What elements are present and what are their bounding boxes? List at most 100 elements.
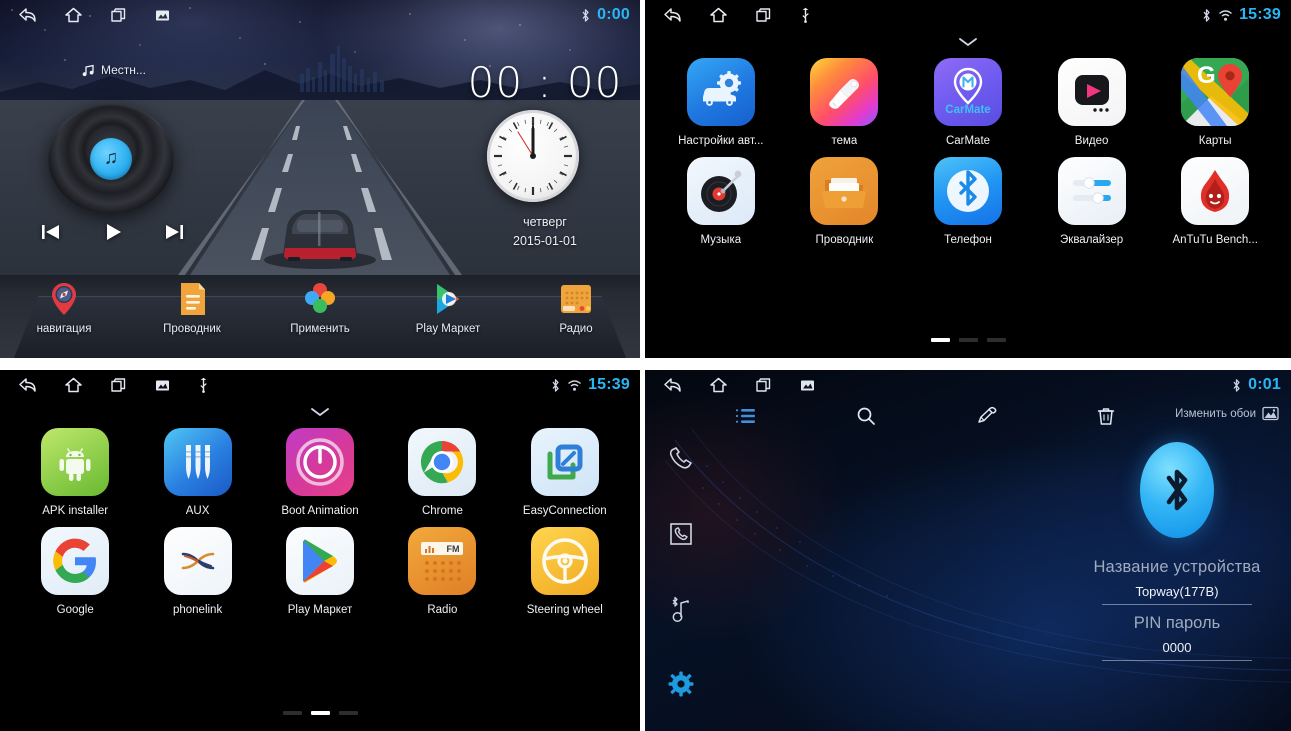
- change-wallpaper-label: Изменить обои: [1175, 407, 1256, 420]
- drawer-pull-handle[interactable]: [0, 406, 640, 418]
- app-item-google[interactable]: Google: [14, 527, 136, 616]
- app-item-phonelink[interactable]: phonelink: [136, 527, 258, 616]
- app-item-easyconnection[interactable]: EasyConnection: [504, 428, 626, 517]
- app-item-carmate[interactable]: CarMate CarMate: [906, 58, 1030, 147]
- usb-icon[interactable]: [198, 377, 209, 393]
- home-icon[interactable]: [710, 377, 727, 393]
- device-name-value[interactable]: Topway(177B): [1135, 584, 1218, 599]
- contacts-book-icon[interactable]: [667, 520, 695, 548]
- recents-icon[interactable]: [755, 377, 772, 393]
- home-icon[interactable]: [65, 377, 82, 393]
- dock-item-radio[interactable]: Радио: [522, 280, 630, 335]
- bluetooth-icon: [1201, 8, 1212, 23]
- statusbar-home: 0:00: [0, 0, 640, 30]
- app-label: EasyConnection: [522, 505, 607, 517]
- back-icon[interactable]: [663, 377, 682, 393]
- recents-icon[interactable]: [110, 7, 127, 23]
- nav-icon-group: [663, 377, 815, 393]
- statusbar-bluetooth: 0:01: [645, 370, 1291, 400]
- home-icon[interactable]: [65, 7, 82, 23]
- next-track-button[interactable]: [163, 222, 185, 242]
- pin-label: PIN пароль: [1133, 614, 1221, 632]
- app-label: Телефон: [944, 234, 992, 246]
- dock-label: Play Маркет: [415, 323, 481, 335]
- play-button[interactable]: [103, 222, 123, 242]
- statusbar-drawer2: 15:39: [0, 370, 640, 400]
- dialpad-phone-icon[interactable]: [667, 446, 695, 472]
- app-item-video[interactable]: Видео: [1030, 58, 1154, 147]
- page-dot-3[interactable]: [338, 711, 358, 715]
- usb-icon[interactable]: [800, 7, 811, 23]
- bluetooth-sidebar: [645, 422, 717, 721]
- pin-value[interactable]: 0000: [1163, 640, 1192, 655]
- home-icon[interactable]: [710, 7, 727, 23]
- app-item-chrome[interactable]: Chrome: [381, 428, 503, 517]
- screenshot-icon[interactable]: [155, 9, 170, 22]
- bluetooth-device-info: Название устройства Topway(177B) PIN пар…: [1077, 442, 1277, 661]
- app-item-antutu[interactable]: AnTuTu Bench...: [1153, 157, 1277, 246]
- analog-clock-widget[interactable]: [487, 110, 579, 202]
- trash-icon[interactable]: [1097, 406, 1115, 426]
- app-item-equalizer[interactable]: Эквалайзер: [1030, 157, 1154, 246]
- dock-label: Радио: [559, 323, 593, 335]
- app-item-theme[interactable]: тема: [783, 58, 907, 147]
- statusbar-drawer1: 15:39: [645, 0, 1291, 30]
- music-track-widget[interactable]: Местн...: [82, 63, 146, 77]
- music-note-icon: [82, 64, 95, 77]
- vinyl-album-art[interactable]: ♫: [48, 104, 174, 214]
- file-manager-icon: [173, 280, 211, 318]
- back-icon[interactable]: [18, 377, 37, 393]
- app-item-phone[interactable]: Телефон: [906, 157, 1030, 246]
- panel-app-drawer-1: 15:39 Настройки авт... тема CarMate CarM…: [645, 0, 1291, 358]
- app-item-boot-animation[interactable]: Boot Animation: [259, 428, 381, 517]
- date-display: четверг 2015-01-01: [455, 213, 635, 251]
- page-dot-1[interactable]: [282, 711, 302, 715]
- app-item-steering-wheel[interactable]: Steering wheel: [504, 527, 626, 616]
- dock-item-navigation[interactable]: навигация: [10, 280, 118, 335]
- app-grid: APK installer AUX Boot Animation Chrome …: [0, 428, 640, 616]
- app-item-radio[interactable]: FM Radio: [381, 527, 503, 616]
- search-icon[interactable]: [856, 406, 876, 426]
- bluetooth-music-icon[interactable]: [667, 595, 695, 623]
- app-label: Steering wheel: [526, 604, 603, 616]
- chevron-down-icon[interactable]: [957, 36, 979, 48]
- screenshot-icon[interactable]: [155, 379, 170, 392]
- video-player-icon: [1057, 58, 1126, 126]
- app-label: Chrome: [421, 505, 463, 517]
- wifi-icon: [567, 379, 582, 392]
- dock-item-apply[interactable]: Применить: [266, 280, 374, 335]
- field-underline: [1102, 660, 1252, 661]
- page-dot-2[interactable]: [958, 338, 978, 342]
- page-dot-3[interactable]: [986, 338, 1006, 342]
- app-item-aux[interactable]: AUX: [136, 428, 258, 517]
- app-item-car-settings[interactable]: Настройки авт...: [659, 58, 783, 147]
- recents-icon[interactable]: [755, 7, 772, 23]
- app-item-music[interactable]: Музыка: [659, 157, 783, 246]
- bluetooth-toolbar: [735, 406, 1115, 426]
- dock-item-play-store[interactable]: Play Маркет: [394, 280, 502, 335]
- dock-label: навигация: [36, 323, 92, 335]
- screenshot-icon[interactable]: [800, 379, 815, 392]
- svg-text:G: G: [1197, 62, 1216, 89]
- drawer-pull-handle[interactable]: [645, 36, 1291, 48]
- music-track-label: Местн...: [101, 63, 146, 77]
- app-item-explorer[interactable]: Проводник: [783, 157, 907, 246]
- change-wallpaper-button[interactable]: Изменить обои: [1175, 406, 1279, 421]
- page-dot-1[interactable]: [930, 338, 950, 342]
- radio-icon: [557, 280, 595, 318]
- list-icon[interactable]: [735, 407, 757, 425]
- app-item-play-store[interactable]: Play Маркет: [259, 527, 381, 616]
- page-dot-2[interactable]: [310, 711, 330, 715]
- recents-icon[interactable]: [110, 377, 127, 393]
- previous-track-button[interactable]: [40, 222, 62, 242]
- app-item-apk-installer[interactable]: APK installer: [14, 428, 136, 517]
- google-g-icon: [41, 527, 110, 595]
- app-item-maps[interactable]: G Карты: [1153, 58, 1277, 147]
- edit-pen-icon[interactable]: [976, 406, 998, 426]
- dock-item-file-manager[interactable]: Проводник: [138, 280, 246, 335]
- back-icon[interactable]: [663, 7, 682, 23]
- chevron-down-icon[interactable]: [309, 406, 331, 418]
- settings-gear-icon[interactable]: [668, 671, 694, 697]
- back-icon[interactable]: [18, 7, 37, 23]
- app-label: тема: [831, 135, 858, 147]
